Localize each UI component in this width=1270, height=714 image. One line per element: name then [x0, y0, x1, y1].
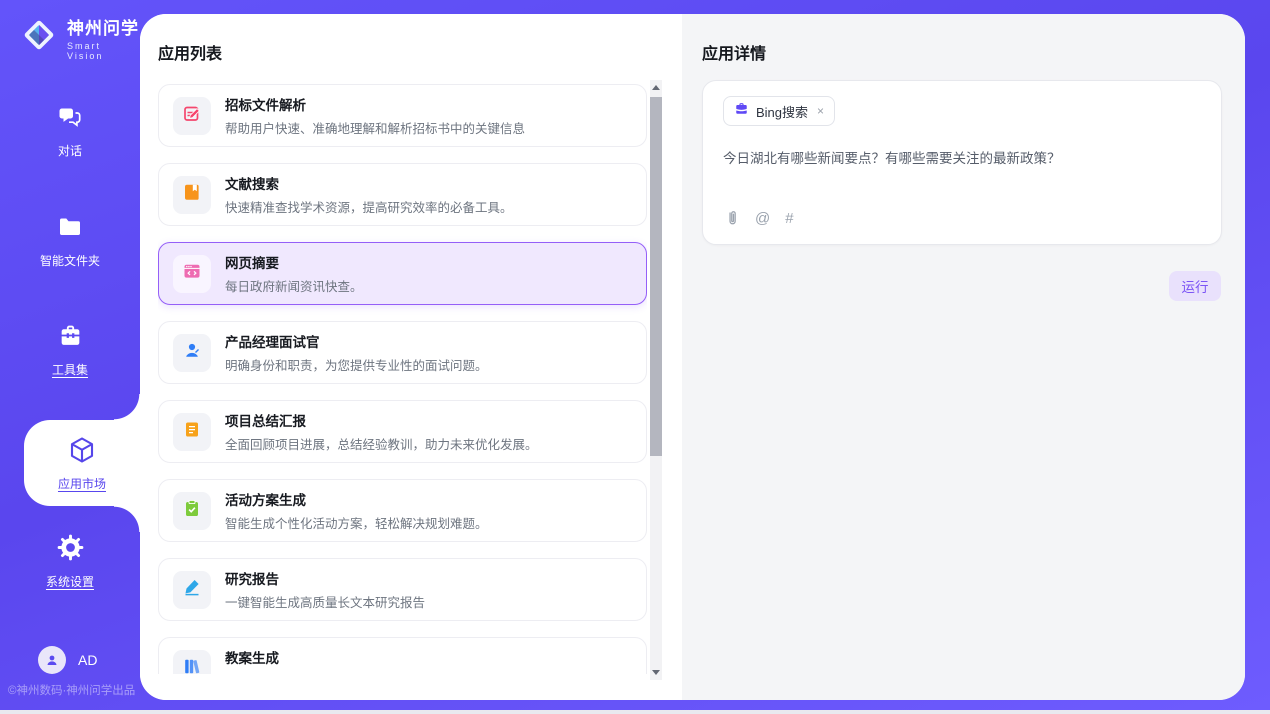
user-avatar-icon	[38, 646, 66, 674]
attachment-toolbar: @#	[723, 209, 794, 228]
browser-code-icon	[182, 261, 202, 286]
app-list: 招标文件解析 帮助用户快速、准确地理解和解析招标书中的关键信息 文献搜索 快速精…	[158, 84, 647, 674]
app-card-research-report[interactable]: 研究报告 一键智能生成高质量长文本研究报告	[158, 558, 647, 621]
tool-tag-bing-search[interactable]: Bing搜索 ×	[723, 96, 835, 126]
app-card-description: 帮助用户快速、准确地理解和解析招标书中的关键信息	[225, 118, 525, 137]
scroll-up-button[interactable]	[650, 80, 662, 95]
app-card-title: 文献搜索	[225, 173, 513, 193]
logo-subtitle: Smart Vision	[67, 41, 140, 61]
app-card-literature-search[interactable]: 文献搜索 快速精准查找学术资源，提高研究效率的必备工具。	[158, 163, 647, 226]
sidebar-item-toolset[interactable]: 工具集	[0, 322, 140, 378]
app-card-pm-interviewer[interactable]: 产品经理面试官 明确身份和职责，为您提供专业性的面试问题。	[158, 321, 647, 384]
ink-pen-icon	[182, 577, 202, 602]
app-card-lesson-plan-generation[interactable]: 教案生成 模板驱动，教案秒成，教学准备从此轻松快捷	[158, 637, 647, 674]
clipboard-check-icon	[182, 498, 202, 523]
app-card-description: 模板驱动，教案秒成，教学准备从此轻松快捷	[225, 671, 475, 674]
app-window: 神州问学 Smart Vision 对话 智能文件夹 工具集 应用市场	[0, 0, 1270, 714]
app-logo: 神州问学 Smart Vision	[20, 14, 140, 61]
app-card-description: 智能生成个性化活动方案，轻松解决规划难题。	[225, 513, 488, 532]
sidebar-item-label: 系统设置	[46, 573, 94, 590]
app-card-title: 教案生成	[225, 647, 475, 667]
folder-icon	[57, 214, 83, 245]
book-icon	[182, 182, 202, 207]
briefcase-icon	[734, 101, 749, 121]
sidebar-item-system-settings[interactable]: 系统设置	[0, 534, 140, 590]
user-account[interactable]: AD	[38, 646, 97, 674]
chat-icon	[57, 104, 83, 135]
app-card-title: 网页摘要	[225, 252, 363, 272]
app-card-description: 一键智能生成高质量长文本研究报告	[225, 592, 425, 611]
user-initials: AD	[78, 652, 97, 668]
app-card-description: 全面回顾项目进展，总结经验教训，助力未来优化发展。	[225, 434, 538, 453]
hash-icon[interactable]: #	[785, 211, 793, 226]
list-scrollbar[interactable]	[650, 80, 662, 680]
edit-document-icon	[182, 103, 202, 128]
app-card-title: 研究报告	[225, 568, 425, 588]
app-card-bid-document-analysis[interactable]: 招标文件解析 帮助用户快速、准确地理解和解析招标书中的关键信息	[158, 84, 647, 147]
at-icon[interactable]: @	[755, 211, 770, 226]
app-card-description: 快速精准查找学术资源，提高研究效率的必备工具。	[225, 197, 513, 216]
app-card-title: 活动方案生成	[225, 489, 488, 509]
sidebar-item-label: 应用市场	[58, 475, 106, 492]
main-panel: 应用列表 招标文件解析 帮助用户快速、准确地理解和解析招标书中的关键信息 文献搜…	[140, 14, 1245, 700]
sidebar-item-smart-folder[interactable]: 智能文件夹	[0, 214, 140, 269]
app-list-pane: 应用列表 招标文件解析 帮助用户快速、准确地理解和解析招标书中的关键信息 文献搜…	[140, 14, 682, 700]
books-icon	[182, 656, 202, 674]
toolbox-icon	[57, 322, 84, 354]
notepad-icon	[182, 419, 202, 444]
copyright-footer: ©神州数码·神州问学出品	[8, 682, 135, 698]
app-card-title: 招标文件解析	[225, 94, 525, 114]
scroll-down-button[interactable]	[650, 665, 662, 680]
scrollbar-thumb[interactable]	[650, 97, 662, 456]
diamond-logo-icon	[20, 16, 58, 59]
arrow-up-icon	[652, 85, 660, 90]
app-detail-pane: 应用详情 Bing搜索 × 今日湖北有哪些新闻要点？有哪些需要关注的最新政策？ …	[682, 14, 1245, 700]
tool-tag-label: Bing搜索	[756, 102, 808, 121]
paperclip-icon[interactable]	[723, 209, 740, 228]
app-card-web-summary[interactable]: 网页摘要 每日政府新闻资讯快查。	[158, 242, 647, 305]
sidebar-item-label: 工具集	[52, 361, 88, 378]
cube-icon	[67, 435, 97, 470]
prompt-card: Bing搜索 × 今日湖北有哪些新闻要点？有哪些需要关注的最新政策？ @#	[702, 80, 1222, 245]
bottom-edge-strip	[0, 710, 1270, 714]
close-tag-button[interactable]: ×	[817, 104, 824, 118]
app-card-event-plan-generation[interactable]: 活动方案生成 智能生成个性化活动方案，轻松解决规划难题。	[158, 479, 647, 542]
interviewer-icon	[182, 340, 202, 365]
sidebar-item-label: 对话	[58, 142, 82, 159]
prompt-input[interactable]: 今日湖北有哪些新闻要点？有哪些需要关注的最新政策？	[723, 149, 1201, 169]
logo-title: 神州问学	[67, 14, 140, 39]
sidebar-item-app-market[interactable]: 应用市场	[24, 420, 140, 506]
sidebar: 神州问学 Smart Vision 对话 智能文件夹 工具集 应用市场	[0, 0, 140, 710]
app-list-title: 应用列表	[158, 40, 222, 64]
app-card-title: 项目总结汇报	[225, 410, 538, 430]
app-card-title: 产品经理面试官	[225, 331, 488, 351]
app-detail-title: 应用详情	[702, 40, 766, 64]
app-card-description: 明确身份和职责，为您提供专业性的面试问题。	[225, 355, 488, 374]
app-card-project-summary-report[interactable]: 项目总结汇报 全面回顾项目进展，总结经验教训，助力未来优化发展。	[158, 400, 647, 463]
arrow-down-icon	[652, 670, 660, 675]
sidebar-item-label: 智能文件夹	[40, 252, 100, 269]
gear-icon	[57, 534, 84, 566]
app-card-description: 每日政府新闻资讯快查。	[225, 276, 363, 295]
run-button[interactable]: 运行	[1169, 271, 1221, 301]
sidebar-item-chat[interactable]: 对话	[0, 104, 140, 159]
